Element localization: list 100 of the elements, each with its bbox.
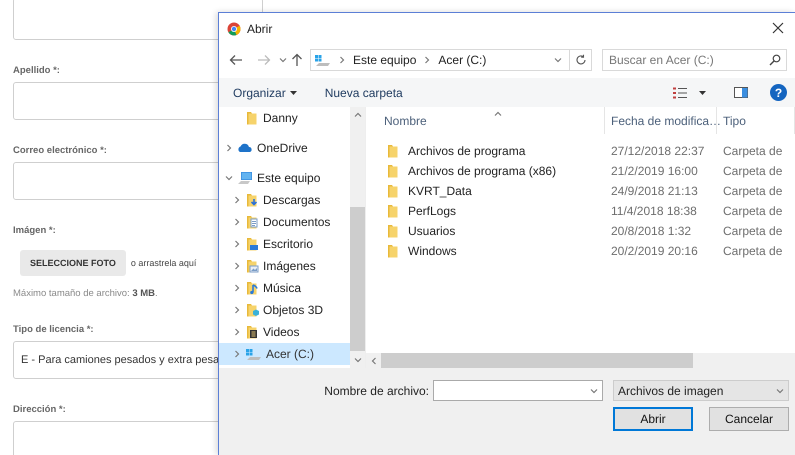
new-folder-button[interactable]: Nueva carpeta [318, 82, 409, 104]
expand-chevron-icon [232, 262, 240, 270]
expand-chevron-icon [232, 306, 240, 314]
breadcrumb-item[interactable]: Este equipo [353, 53, 416, 67]
help-button[interactable]: ? [770, 84, 787, 101]
expand-chevron-icon [232, 196, 240, 204]
nav-item[interactable]: Descargas [219, 189, 350, 211]
folder-icon [386, 144, 400, 158]
modified-date: 27/12/2018 22:37 [610, 144, 706, 158]
separator-chevron-icon [423, 56, 432, 64]
modified-date: 24/9/2018 21:13 [610, 184, 699, 198]
column-header[interactable]: Nombre [366, 107, 605, 134]
modified-date: 20/2/2019 20:16 [610, 244, 699, 258]
scroll-thumb[interactable] [350, 206, 365, 352]
field-label: Apellido *: [13, 65, 60, 76]
chevron-down-icon [279, 56, 287, 64]
up-button[interactable] [291, 53, 303, 67]
folder-icon [386, 244, 400, 258]
field-label: Tipo de licencia *: [13, 324, 94, 335]
separator-chevron-icon [338, 56, 346, 64]
folder-icon [386, 224, 400, 238]
chevron-left-icon [370, 356, 378, 364]
file-name[interactable]: Usuarios [408, 224, 456, 238]
download-folder-icon [245, 193, 259, 207]
file-type: Carpeta de [722, 244, 784, 258]
forward-arrow-icon [257, 54, 271, 66]
nav-item[interactable]: Videos [219, 321, 350, 343]
file-type: Carpeta de [722, 184, 784, 198]
file-name[interactable]: Windows [408, 244, 457, 258]
dropdown-chevron-icon [776, 386, 784, 394]
folder-icon [386, 204, 400, 218]
cancel-button[interactable]: Cancelar [709, 407, 789, 431]
computer-icon [237, 171, 253, 185]
scroll-thumb[interactable] [381, 353, 693, 368]
file-type: Carpeta de [722, 224, 784, 238]
nav-item[interactable]: Documentos [219, 211, 350, 233]
breadcrumb-item[interactable]: Acer (C:) [438, 53, 486, 67]
field-label: Imágen *: [13, 225, 56, 236]
nav-item[interactable]: Este equipo [219, 167, 350, 189]
modified-date: 11/4/2018 18:38 [610, 204, 698, 218]
nav-item[interactable]: Música [219, 277, 350, 299]
modified-date: 21/2/2019 16:00 [610, 164, 699, 178]
chevron-up-icon [354, 111, 362, 120]
close-icon [771, 20, 785, 34]
nav-item[interactable]: Danny [219, 107, 350, 129]
nav-item[interactable]: Acer (C:) [219, 343, 350, 365]
search-field[interactable]: Buscar en Acer (C:) [602, 49, 787, 71]
expand-chevron-icon [232, 350, 240, 358]
file-type-dropdown[interactable]: Archivos de imagen [613, 380, 789, 401]
dropdown-chevron-icon [590, 386, 598, 394]
file-type: Carpeta de [722, 144, 784, 158]
scrollbar[interactable] [350, 107, 365, 368]
expand-chevron-icon [232, 328, 240, 336]
drive-icon [314, 54, 331, 66]
file-name[interactable]: Archivos de programa (x86) [408, 164, 556, 178]
expand-chevron-icon [224, 144, 232, 152]
dropdown-chevron-icon [554, 56, 562, 64]
field-label: Correo electrónico *: [13, 145, 107, 156]
back-arrow-icon [229, 54, 243, 66]
file-name[interactable]: KVRT_Data [408, 184, 472, 198]
recent-chevron-button[interactable] [279, 56, 287, 64]
film-folder-icon [245, 325, 259, 339]
back-button[interactable] [229, 54, 243, 66]
refresh-icon [574, 54, 586, 66]
organize-menu[interactable]: Organizar [227, 82, 303, 104]
address-bar[interactable]: Este equipo Acer (C:) [310, 49, 592, 71]
select-photo-button[interactable]: SELECCIONE FOTO [20, 250, 126, 276]
app-logo-icon [227, 22, 241, 36]
column-header[interactable]: Fecha de modifica… [605, 107, 717, 134]
file-name[interactable]: Archivos de programa [408, 144, 526, 158]
caret-icon [699, 90, 706, 94]
horizontal-scrollbar[interactable] [366, 353, 795, 368]
document-folder-icon [245, 215, 259, 229]
caret-icon [290, 90, 297, 94]
music-folder-icon [245, 281, 259, 295]
open-button[interactable]: Abrir [613, 407, 693, 431]
drop-hint: o arrastrela aquí [130, 258, 196, 268]
up-arrow-icon [291, 53, 303, 67]
desktop-folder-icon [245, 237, 259, 251]
folder-icon [386, 184, 400, 198]
modified-date: 20/8/2018 1:32 [610, 224, 692, 238]
nav-item[interactable]: Escritorio [219, 233, 350, 255]
forward-button[interactable] [257, 54, 271, 66]
field-label: Dirección *: [13, 404, 66, 415]
column-header[interactable]: Tipo [717, 107, 795, 134]
dialog-title: Abrir [247, 22, 274, 36]
expand-chevron-icon [232, 284, 240, 292]
nav-item[interactable]: Imágenes [219, 255, 350, 277]
folder-icon [386, 164, 400, 178]
file-type: Carpeta de [722, 204, 784, 218]
nav-item[interactable]: Objetos 3D [219, 299, 350, 321]
file-name[interactable]: PerfLogs [408, 204, 456, 218]
cloud-icon [237, 142, 253, 154]
expand-chevron-icon [232, 218, 240, 226]
chevron-down-icon [354, 356, 362, 364]
cube-folder-icon [245, 303, 259, 317]
collapse-chevron-icon [224, 174, 232, 182]
file-name-field[interactable] [433, 380, 603, 401]
nav-item[interactable]: OneDrive [219, 137, 350, 159]
file-name-label: Nombre de archivo: [324, 384, 429, 398]
